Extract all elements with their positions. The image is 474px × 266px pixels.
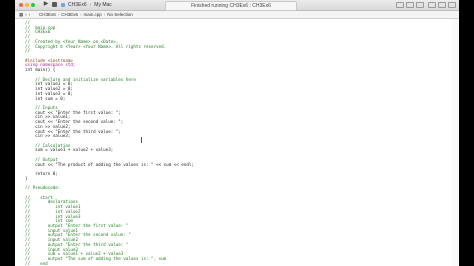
- editor-standard-icon[interactable]: [396, 2, 404, 8]
- navigator-toggle-icon[interactable]: [428, 2, 436, 8]
- scheme-device-label: My Mac: [94, 2, 112, 8]
- code-line[interactable]: int sum = 0;: [25, 96, 65, 102]
- target-icon: [61, 3, 65, 7]
- breadcrumb-project[interactable]: CH3Ex6: [39, 11, 56, 18]
- scheme-target-label: CH3Ex6: [68, 2, 87, 8]
- code-line[interactable]: }: [25, 176, 28, 182]
- grid-icon[interactable]: ▦: [19, 11, 23, 18]
- editor-scrollbar[interactable]: [452, 19, 458, 266]
- chevron-right-icon: ›: [57, 12, 60, 17]
- code-line[interactable]: sum = value1 + value2 + value3;: [25, 148, 113, 153]
- editor-assistant-icon[interactable]: [406, 2, 414, 8]
- chevron-right-icon: ›: [89, 2, 92, 8]
- forward-icon[interactable]: ›: [29, 11, 31, 18]
- code-line[interactable]: int main() {: [25, 67, 55, 73]
- stop-icon[interactable]: [52, 2, 57, 7]
- activity-status: Finished running CH3Ex6 : CH3Ex6: [165, 1, 297, 11]
- code-line[interactable]: // end: [25, 261, 48, 266]
- breadcrumb-folder[interactable]: CH3Ex6: [61, 11, 78, 18]
- text-cursor: [141, 137, 142, 143]
- xcode-window: ▶ CH3Ex6 › My Mac Finished running CH3Ex…: [15, 0, 459, 266]
- run-icon[interactable]: ▶: [42, 1, 50, 8]
- code-line[interactable]: //: [25, 49, 30, 54]
- code-line[interactable]: cin >> value3;: [25, 133, 70, 139]
- breadcrumb-selection[interactable]: No Selection: [107, 11, 133, 18]
- code-line[interactable]: // Pseudocode:: [25, 185, 60, 191]
- chevron-right-icon: ›: [103, 12, 106, 17]
- breadcrumb: CH3Ex6 › CH3Ex6 › main.cpp › No Selectio…: [39, 11, 133, 18]
- debug-area-toggle-icon[interactable]: [438, 2, 446, 8]
- back-icon[interactable]: ‹: [25, 11, 27, 18]
- code-line[interactable]: cout << "The product of adding the value…: [25, 162, 194, 168]
- jump-bar: ▦ ‹ › CH3Ex6 › CH3Ex6 › main.cpp › No Se…: [15, 11, 459, 19]
- code-line[interactable]: return 0;: [25, 171, 58, 177]
- scheme-selector[interactable]: CH3Ex6 › My Mac: [61, 1, 112, 9]
- chevron-right-icon: ›: [80, 12, 82, 17]
- utilities-toggle-icon[interactable]: [448, 2, 456, 8]
- minimize-window-button[interactable]: [25, 3, 29, 7]
- close-window-button[interactable]: [19, 3, 23, 7]
- breadcrumb-file[interactable]: main.cpp: [84, 11, 102, 18]
- jump-bar-nav: ▦ ‹ ›: [19, 11, 30, 18]
- source-editor[interactable]: //// main.cpp// CH3Ex6//// Created by <Y…: [15, 19, 459, 266]
- editor-version-icon[interactable]: [416, 2, 424, 8]
- toolbar: ▶ CH3Ex6 › My Mac Finished running CH3Ex…: [15, 0, 459, 11]
- zoom-window-button[interactable]: [31, 3, 35, 7]
- code-line[interactable]: // Copyright © <Year> <Your Name>. All r…: [25, 44, 166, 50]
